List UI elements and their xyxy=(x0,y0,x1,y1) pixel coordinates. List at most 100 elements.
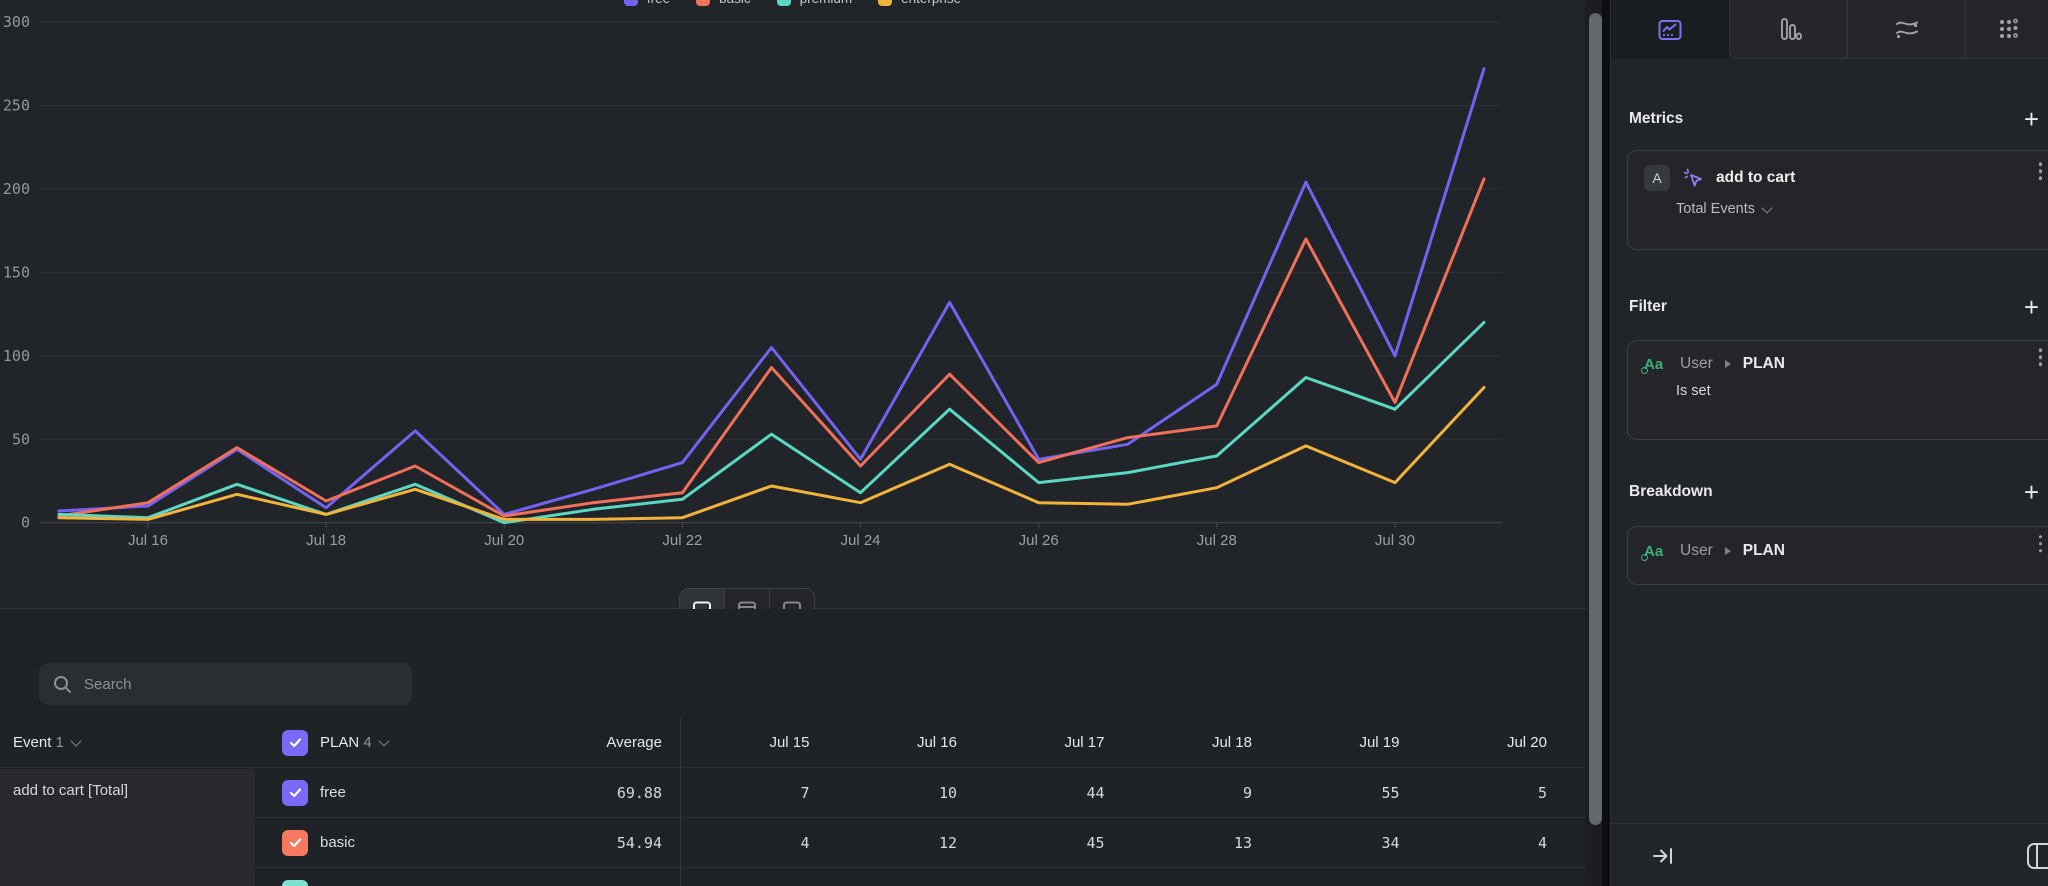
x-axis-label: Jul 16 xyxy=(128,532,168,549)
metrics-title: Metrics xyxy=(1629,110,1683,128)
sidebar-footer xyxy=(1611,823,2048,886)
metric-event-name[interactable]: add to cart xyxy=(1716,169,1795,187)
segment-label: basic xyxy=(320,834,355,851)
filter-card[interactable]: Aa User PLAN Is set xyxy=(1627,340,2048,440)
check-icon xyxy=(288,835,303,850)
filter-title: Filter xyxy=(1629,298,1667,316)
event-row-label[interactable]: add to cart [Total] xyxy=(0,769,255,886)
y-axis-label: 150 xyxy=(3,263,30,281)
event-click-icon xyxy=(1682,167,1704,189)
filter-operator-label: Is set xyxy=(1676,383,1711,399)
cell-value: 12 xyxy=(828,834,976,852)
arrow-to-line-icon xyxy=(1651,844,1675,868)
line-chart-icon xyxy=(1656,16,1684,44)
date-column-header: Jul 20 xyxy=(1418,734,1566,751)
cell-value: 4 xyxy=(680,834,828,852)
cell-value: 44 xyxy=(975,784,1123,802)
breakdown-entity: User xyxy=(1680,542,1713,560)
query-sidebar: Metrics + A add to cart Total Events Fil… xyxy=(1610,0,2048,886)
legend-item-basic[interactable]: basic xyxy=(696,0,751,6)
legend-swatch xyxy=(696,0,710,6)
legend-item-enterprise[interactable]: enterprise xyxy=(878,0,961,6)
cell-value: 34 xyxy=(1270,834,1418,852)
bar-chart-icon xyxy=(1775,15,1803,43)
search-input[interactable] xyxy=(82,675,398,694)
tab-insights[interactable] xyxy=(1611,0,1729,59)
average-value: 54.94 xyxy=(520,834,680,852)
legend-item-free[interactable]: free xyxy=(624,0,670,6)
legend-label: free xyxy=(647,0,670,6)
check-icon xyxy=(288,735,303,750)
x-axis-label: Jul 30 xyxy=(1375,532,1415,549)
series-letter-badge: A xyxy=(1644,165,1670,191)
series-line-free[interactable] xyxy=(59,69,1484,515)
filter-property[interactable]: PLAN xyxy=(1743,355,1785,373)
text-property-icon: Aa xyxy=(1644,356,1668,373)
filter-options-kebab[interactable] xyxy=(2039,348,2043,366)
segment-cell[interactable]: premium xyxy=(255,880,520,886)
row-checkbox[interactable] xyxy=(282,830,308,856)
chevron-down-icon xyxy=(1761,202,1772,213)
chart-legend: free basic premium enterprise xyxy=(0,0,1585,6)
segment-column-header[interactable]: PLAN 4 xyxy=(255,730,520,756)
scrollbar-thumb[interactable] xyxy=(1589,13,1602,825)
y-axis-label: 50 xyxy=(12,430,30,448)
series-line-premium[interactable] xyxy=(59,322,1484,522)
metric-options-kebab[interactable] xyxy=(2039,162,2043,180)
sidebar-tabbar xyxy=(1611,0,2048,59)
event-column-header[interactable]: Event 1 xyxy=(0,734,255,751)
filter-entity: User xyxy=(1680,355,1713,373)
panel-layout-icon xyxy=(2026,842,2048,870)
breakdown-options-kebab[interactable] xyxy=(2039,535,2043,553)
y-axis-label: 300 xyxy=(3,13,30,31)
segment-header-label: PLAN xyxy=(320,734,359,751)
breakdown-card[interactable]: Aa User PLAN xyxy=(1627,526,2048,585)
line-chart[interactable]: 050100150200250300Jul 16Jul 18Jul 20Jul … xyxy=(0,0,1585,560)
layout-panel-button[interactable] xyxy=(2026,842,2048,875)
legend-label: premium xyxy=(800,0,853,6)
segment-label: free xyxy=(320,784,346,801)
breadcrumb-arrow-icon xyxy=(1725,547,1731,555)
chevron-down-icon xyxy=(378,735,389,746)
row-checkbox[interactable] xyxy=(282,780,308,806)
y-axis-label: 250 xyxy=(3,96,30,114)
segment-cell[interactable]: free xyxy=(255,780,520,806)
metrics-section-header: Metrics + xyxy=(1611,104,2048,134)
check-icon xyxy=(288,785,303,800)
x-axis-label: Jul 26 xyxy=(1019,532,1059,549)
table-search[interactable] xyxy=(39,663,412,705)
cell-value: 13 xyxy=(1123,834,1271,852)
segment-select-all-checkbox[interactable] xyxy=(282,730,308,756)
legend-swatch xyxy=(624,0,638,6)
search-icon xyxy=(53,675,72,694)
tab-flows[interactable] xyxy=(1847,0,1965,59)
collapse-sidebar-button[interactable] xyxy=(1651,844,1675,873)
segment-cell[interactable]: basic xyxy=(255,830,520,856)
filter-section-header: Filter + xyxy=(1611,292,2048,322)
event-header-label: Event xyxy=(13,734,51,751)
row-checkbox[interactable] xyxy=(282,880,308,886)
metric-card[interactable]: A add to cart Total Events xyxy=(1627,150,2048,250)
average-dates-separator xyxy=(680,718,681,886)
x-axis-label: Jul 22 xyxy=(662,532,702,549)
add-breakdown-button[interactable]: + xyxy=(2024,482,2039,502)
tab-more-reports[interactable] xyxy=(1965,0,2048,59)
results-table: Event 1 PLAN 4 Average Jul 15Jul 16Jul 1… xyxy=(0,718,1585,886)
add-metric-button[interactable]: + xyxy=(2024,109,2039,129)
y-axis-label: 0 xyxy=(21,514,30,532)
panel-gap xyxy=(1602,0,1610,886)
filter-operator[interactable]: Is set xyxy=(1628,373,2048,399)
cell-value: 10 xyxy=(828,784,976,802)
cell-value: 5 xyxy=(1418,784,1566,802)
measurement-dropdown[interactable]: Total Events xyxy=(1628,191,2048,217)
tab-funnels[interactable] xyxy=(1729,0,1847,59)
line-chart-section: 050100150200250300Jul 16Jul 18Jul 20Jul … xyxy=(0,0,1585,608)
breakdown-property[interactable]: PLAN xyxy=(1743,542,1785,560)
legend-item-premium[interactable]: premium xyxy=(777,0,853,6)
main-content: 050100150200250300Jul 16Jul 18Jul 20Jul … xyxy=(0,0,1610,886)
date-column-header: Jul 16 xyxy=(828,734,976,751)
x-axis-label: Jul 28 xyxy=(1197,532,1237,549)
table-header-row: Event 1 PLAN 4 Average Jul 15Jul 16Jul 1… xyxy=(0,718,1585,767)
event-count: 1 xyxy=(56,734,64,751)
add-filter-button[interactable]: + xyxy=(2024,297,2039,317)
